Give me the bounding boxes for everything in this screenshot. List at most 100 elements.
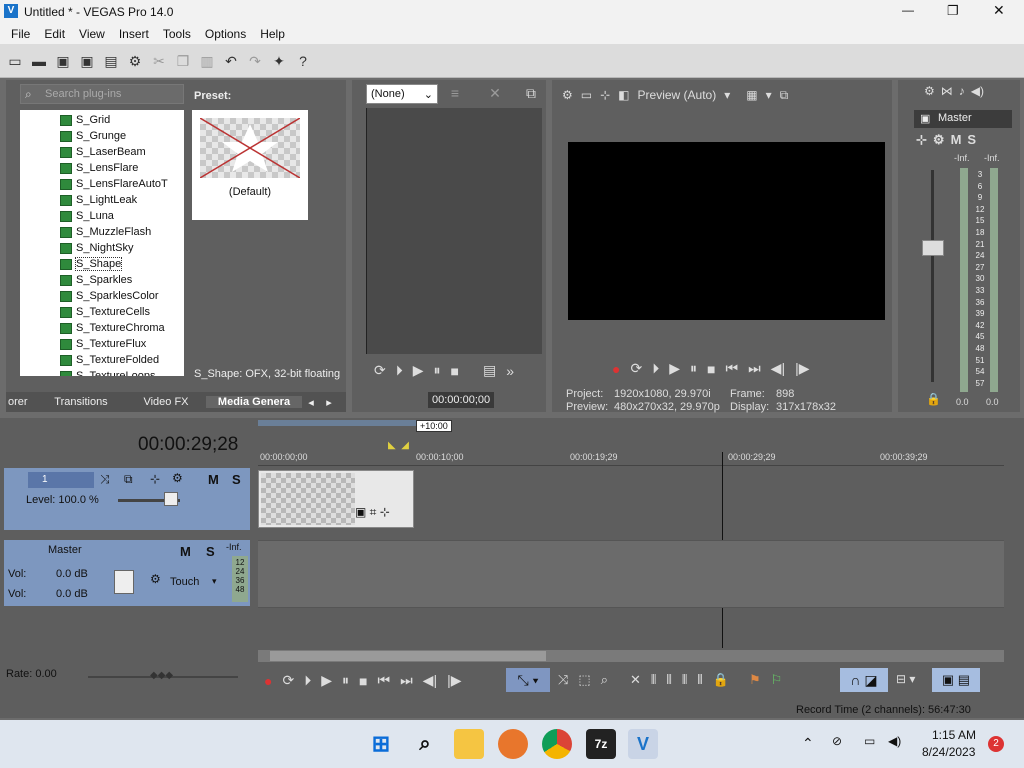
volume-fader[interactable] (114, 570, 134, 594)
plugin-item[interactable]: S_MuzzleFlash (60, 224, 151, 240)
automation-gear-icon[interactable]: ⚙ (150, 572, 161, 586)
menu-edit[interactable]: Edit (37, 27, 72, 41)
touch-mode[interactable]: Touch (170, 576, 199, 588)
plugin-item[interactable]: S_LensFlare (60, 160, 138, 176)
search-box[interactable]: ⌕ Search plug-ins (20, 84, 184, 104)
go-to-start-icon[interactable]: ⏮ (725, 360, 738, 377)
trim-start-icon[interactable]: ⫴ (666, 672, 671, 688)
lock-event-icon[interactable]: 🔒 (713, 672, 729, 688)
lock-icon[interactable]: 🔒 (926, 392, 941, 406)
preview-quality-chevron-icon[interactable]: ▾ (724, 88, 730, 102)
menu-tools[interactable]: Tools (156, 27, 198, 41)
play-icon[interactable]: ▶ (321, 672, 332, 689)
mute-button[interactable]: M (208, 472, 219, 487)
maximize-button[interactable]: ❐ (947, 3, 959, 19)
delete-icon[interactable]: ✕ (630, 672, 641, 688)
loop-region-markers[interactable]: ◣ ◢ (388, 440, 409, 451)
play-icon[interactable]: ▶ (413, 362, 424, 379)
forward-icon[interactable]: » (506, 363, 514, 379)
prev-frame-icon[interactable]: ◀| (423, 672, 437, 689)
trim-icon[interactable]: ⫴ (651, 672, 656, 688)
play-from-start-icon[interactable]: ⏵ (652, 360, 659, 377)
go-to-start-icon[interactable]: ⏮ (377, 672, 390, 689)
plugin-item[interactable]: S_Grunge (60, 128, 126, 144)
minimize-button[interactable]: — (902, 3, 914, 17)
search-icon[interactable]: ⌕ (410, 729, 440, 759)
plugin-item[interactable]: S_SparklesColor (60, 288, 159, 304)
edit-tool-button[interactable]: ⤡ ▾ (506, 668, 550, 692)
notification-badge[interactable]: 2 (988, 736, 1004, 752)
crossfade-button[interactable]: ▣ ▤ (932, 668, 980, 692)
trimmer-tool-icon[interactable]: ≡ (446, 84, 464, 102)
fx-icon[interactable]: ⚙ (933, 132, 945, 148)
loop-icon[interactable]: ⟳ (282, 672, 294, 689)
event-pan-crop-icon[interactable]: ▣ ⌗ ⊹ (355, 505, 390, 520)
save-as-icon[interactable]: ▣ (78, 52, 96, 70)
vegas-taskbar-icon[interactable]: V (628, 729, 658, 759)
stop-icon[interactable]: ■ (451, 363, 459, 379)
auto-ripple-icon[interactable]: ⊟ ▾ (896, 672, 915, 686)
overlay-icon[interactable]: ◧ (618, 88, 629, 102)
solo-button[interactable]: S (206, 544, 215, 559)
chrome-icon[interactable] (542, 729, 572, 759)
copy-snapshot-icon[interactable]: ⧉ (780, 88, 789, 103)
grid-icon[interactable]: ▦ (746, 88, 757, 102)
video-event-clip[interactable]: ▣ ⌗ ⊹ (258, 470, 414, 528)
menu-options[interactable]: Options (198, 27, 253, 41)
plugin-item[interactable]: S_TextureFlux (60, 336, 146, 352)
save-icon[interactable]: ▣ (54, 52, 72, 70)
plugin-item[interactable]: S_Sparkles (60, 272, 132, 288)
add-to-timeline-icon[interactable]: ▤ (483, 362, 496, 379)
clock-date[interactable]: 8/24/2023 (922, 745, 975, 759)
split-icon[interactable]: ⫴ (697, 672, 702, 688)
plugin-item[interactable]: S_TextureCells (60, 304, 150, 320)
trimmer-select[interactable]: (None) ⌄ (366, 84, 438, 104)
redo-icon[interactable]: ↷ (246, 52, 264, 70)
trim-end-icon[interactable]: ⫴ (682, 672, 687, 688)
master-fader[interactable] (922, 240, 944, 256)
display-icon[interactable]: ▭ (864, 734, 875, 748)
pan-icon[interactable]: ⊹ (916, 132, 927, 148)
record-icon[interactable]: ● (264, 673, 272, 689)
stop-icon[interactable]: ■ (359, 673, 367, 689)
plugin-item[interactable]: S_TextureLoops (60, 368, 156, 376)
plugin-item[interactable]: S_LightLeak (60, 192, 137, 208)
mute-button[interactable]: M (180, 544, 191, 559)
solo-button[interactable]: S (232, 472, 241, 487)
tab-explorer[interactable]: orer (6, 396, 36, 408)
pause-icon[interactable]: ⏸ (342, 672, 349, 689)
firefox-icon[interactable] (498, 729, 528, 759)
plugin-item[interactable]: S_LensFlareAutoT (60, 176, 168, 192)
file-explorer-icon[interactable] (454, 729, 484, 759)
play-from-start-icon[interactable]: ⏵ (304, 672, 311, 689)
tab-transitions[interactable]: Transitions (36, 396, 126, 408)
copy-icon[interactable]: ❐ (174, 52, 192, 70)
7zip-icon[interactable]: 7z (586, 729, 616, 759)
settings-icon[interactable]: ⚙ (562, 88, 573, 102)
mute-button[interactable]: M (951, 132, 962, 148)
rate-slider-thumb[interactable]: ◆◆◆ (150, 670, 173, 681)
volume-icon[interactable]: ◀) (888, 734, 901, 748)
play-icon[interactable]: ▶ (669, 360, 680, 377)
next-frame-icon[interactable]: |▶ (795, 360, 809, 377)
menu-view[interactable]: View (72, 27, 112, 41)
track-motion-icon[interactable]: ⤨ (100, 472, 110, 487)
loop-icon[interactable]: ⟳ (374, 362, 386, 379)
external-monitor-icon[interactable]: ▭ (581, 88, 592, 102)
solo-button[interactable]: S (967, 132, 976, 148)
plugin-item[interactable]: S_Luna (60, 208, 114, 224)
start-icon[interactable]: ⊞ (366, 729, 396, 759)
help-icon[interactable]: ? (294, 52, 312, 70)
tab-video-fx[interactable]: Video FX (126, 396, 206, 408)
properties-icon[interactable]: ⚙ (126, 52, 144, 70)
timeline-ruler[interactable]: 00:00:00;00 00:00:10;00 00:00:19;29 00:0… (258, 452, 1004, 466)
selection-tool-icon[interactable]: ⬚ (578, 672, 590, 688)
pan-crop-icon[interactable]: ⧉ (124, 472, 133, 487)
menu-file[interactable]: File (4, 27, 37, 41)
next-frame-icon[interactable]: |▶ (447, 672, 461, 689)
menu-insert[interactable]: Insert (112, 27, 156, 41)
stop-icon[interactable]: ■ (707, 361, 715, 377)
tab-media-generators[interactable]: Media Genera (206, 396, 302, 408)
audio-track-name[interactable]: Master (48, 544, 82, 556)
plugin-item[interactable]: S_Grid (60, 112, 110, 128)
